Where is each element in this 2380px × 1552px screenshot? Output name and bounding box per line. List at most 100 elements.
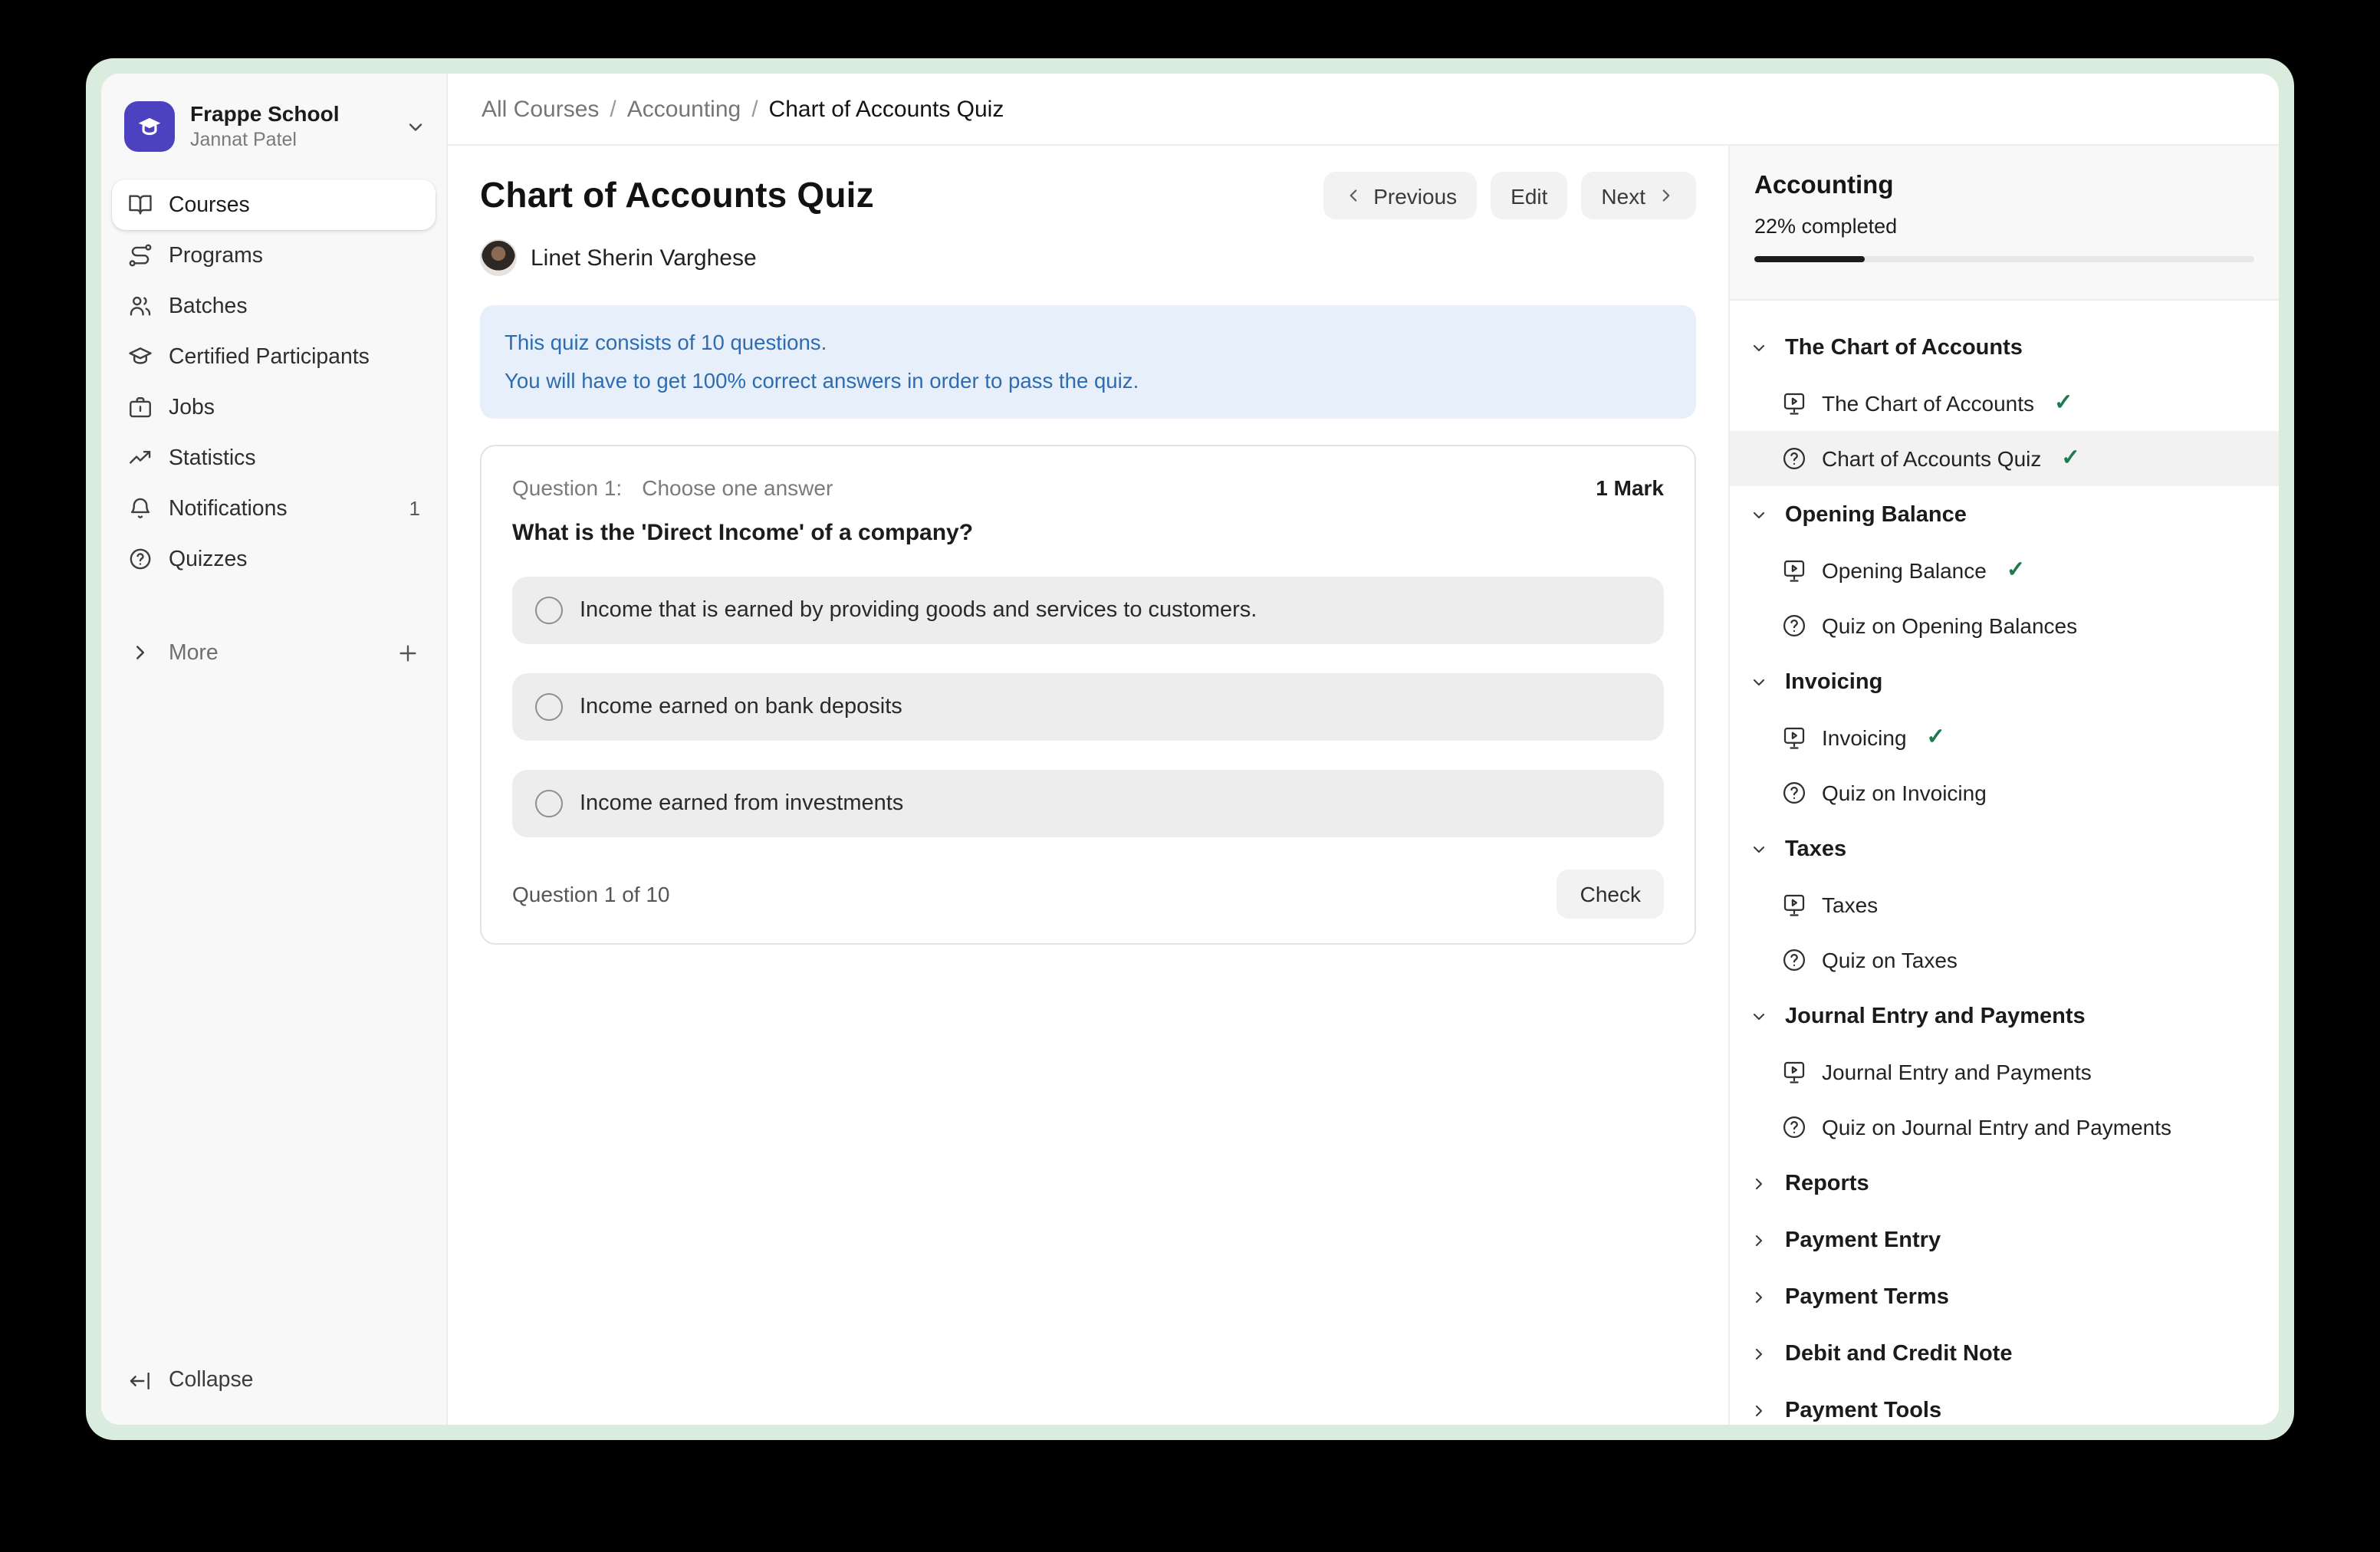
question-marks: 1 Mark xyxy=(1596,475,1664,500)
chevron-right-icon xyxy=(1656,186,1676,206)
progress-label: 22% completed xyxy=(1754,215,2254,238)
workspace-user: Jannat Patel xyxy=(190,127,390,152)
sidebar-nav: Courses Programs Batches Certified Parti… xyxy=(112,179,436,678)
notice-line-1: This quiz consists of 10 questions. xyxy=(505,324,1672,362)
bell-icon xyxy=(127,495,153,521)
chevron-down-icon xyxy=(1750,505,1768,524)
breadcrumb-accounting[interactable]: Accounting xyxy=(627,96,741,122)
lesson-icon xyxy=(1780,390,1808,417)
workspace-title: Frappe School xyxy=(190,101,390,127)
chevron-right-icon xyxy=(1750,1401,1768,1419)
outline-item-quiz[interactable]: Quiz on Journal Entry and Payments xyxy=(1730,1100,2279,1155)
outline-section-payment-entry[interactable]: Payment Entry xyxy=(1730,1212,2279,1268)
outline-item-lesson[interactable]: The Chart of Accounts xyxy=(1730,376,2279,431)
chevron-down-icon xyxy=(1750,338,1768,357)
outline-section-journal-entry[interactable]: Journal Entry and Payments xyxy=(1730,988,2279,1044)
users-icon xyxy=(127,293,153,319)
outline-item-lesson[interactable]: Invoicing xyxy=(1730,710,2279,765)
outline-item-quiz[interactable]: Quiz on Taxes xyxy=(1730,932,2279,988)
question-number: Question 1: xyxy=(512,475,622,500)
plus-icon[interactable] xyxy=(394,640,420,666)
chevron-down-icon xyxy=(1750,672,1768,691)
outline-section-opening-balance[interactable]: Opening Balance xyxy=(1730,486,2279,543)
quiz-icon xyxy=(1780,946,1808,974)
check-button[interactable]: Check xyxy=(1557,870,1664,919)
quiz-page: Chart of Accounts Quiz Previous Edit Nex… xyxy=(448,146,1728,1425)
author-row: Linet Sherin Varghese xyxy=(480,239,1696,276)
author-avatar xyxy=(480,239,517,276)
outline-section-chart-of-accounts[interactable]: The Chart of Accounts xyxy=(1730,319,2279,376)
outline-item-lesson[interactable]: Journal Entry and Payments xyxy=(1730,1044,2279,1100)
sidebar-item-certified-participants[interactable]: Certified Participants xyxy=(112,331,436,382)
breadcrumb: All Courses / Accounting / Chart of Acco… xyxy=(482,96,1004,122)
sidebar-item-quizzes[interactable]: Quizzes xyxy=(112,534,436,584)
check-icon xyxy=(2061,446,2079,471)
collapse-sidebar-button[interactable]: Collapse xyxy=(112,1354,436,1406)
edit-button[interactable]: Edit xyxy=(1491,172,1567,219)
answer-option-2[interactable]: Income earned on bank deposits xyxy=(512,673,1664,741)
outline-item-quiz-active[interactable]: Chart of Accounts Quiz xyxy=(1730,431,2279,486)
sidebar-item-more[interactable]: More xyxy=(112,627,436,678)
outline-section-taxes[interactable]: Taxes xyxy=(1730,820,2279,877)
sidebar-item-courses[interactable]: Courses xyxy=(112,179,436,230)
progress-bar-fill xyxy=(1754,256,1864,262)
quiz-instructions-banner: This quiz consists of 10 questions. You … xyxy=(480,305,1696,419)
chevron-down-icon xyxy=(1750,840,1768,858)
previous-button[interactable]: Previous xyxy=(1323,172,1477,219)
outline-section-debit-credit-note[interactable]: Debit and Credit Note xyxy=(1730,1325,2279,1382)
question-text: What is the 'Direct Income' of a company… xyxy=(512,520,1664,546)
chevron-down-icon xyxy=(1750,1007,1768,1025)
progress-bar xyxy=(1754,256,2254,262)
lesson-icon xyxy=(1780,891,1808,919)
answer-option-1[interactable]: Income that is earned by providing goods… xyxy=(512,577,1664,644)
chevron-left-icon xyxy=(1343,186,1363,206)
breadcrumb-all-courses[interactable]: All Courses xyxy=(482,96,599,122)
course-title: Accounting xyxy=(1754,172,2254,201)
left-sidebar: Frappe School Jannat Patel Courses Progr… xyxy=(101,74,448,1425)
outline-item-quiz[interactable]: Quiz on Invoicing xyxy=(1730,765,2279,820)
answer-option-3[interactable]: Income earned from investments xyxy=(512,770,1664,837)
outline-item-lesson[interactable]: Opening Balance xyxy=(1730,543,2279,598)
quiz-icon xyxy=(1780,1113,1808,1141)
outline-section-invoicing[interactable]: Invoicing xyxy=(1730,653,2279,710)
chevron-right-icon xyxy=(1750,1287,1768,1306)
question-pagination: Question 1 of 10 xyxy=(512,882,670,906)
lesson-icon xyxy=(1780,724,1808,751)
check-icon xyxy=(2007,558,2025,583)
workspace-switcher[interactable]: Frappe School Jannat Patel xyxy=(112,95,436,152)
outline-item-quiz[interactable]: Quiz on Opening Balances xyxy=(1730,598,2279,653)
notification-count: 1 xyxy=(409,497,420,520)
outline-item-lesson[interactable]: Taxes xyxy=(1730,877,2279,932)
radio-button[interactable] xyxy=(535,693,563,721)
trending-up-icon xyxy=(127,445,153,471)
lesson-icon xyxy=(1780,1058,1808,1086)
help-circle-icon xyxy=(127,546,153,572)
quiz-icon xyxy=(1780,612,1808,640)
chevron-down-icon xyxy=(405,116,426,137)
page-title: Chart of Accounts Quiz xyxy=(480,175,874,216)
sidebar-item-jobs[interactable]: Jobs xyxy=(112,382,436,432)
graduation-cap-icon xyxy=(127,344,153,370)
sidebar-item-programs[interactable]: Programs xyxy=(112,230,436,281)
chevron-right-icon xyxy=(127,640,153,666)
check-icon xyxy=(2054,391,2073,416)
radio-button[interactable] xyxy=(535,790,563,817)
outline-section-reports[interactable]: Reports xyxy=(1730,1155,2279,1212)
chevron-right-icon xyxy=(1750,1344,1768,1363)
sidebar-item-statistics[interactable]: Statistics xyxy=(112,432,436,483)
radio-button[interactable] xyxy=(535,597,563,624)
briefcase-icon xyxy=(127,394,153,420)
next-button[interactable]: Next xyxy=(1581,172,1696,219)
question-instruction: Choose one answer xyxy=(642,475,1596,500)
quiz-icon xyxy=(1780,779,1808,807)
notice-line-2: You will have to get 100% correct answer… xyxy=(505,362,1672,400)
outline-section-payment-tools[interactable]: Payment Tools xyxy=(1730,1382,2279,1425)
breadcrumb-separator: / xyxy=(751,96,758,122)
breadcrumb-current: Chart of Accounts Quiz xyxy=(769,96,1004,122)
sidebar-item-batches[interactable]: Batches xyxy=(112,281,436,331)
outline-section-payment-terms[interactable]: Payment Terms xyxy=(1730,1268,2279,1325)
course-progress-header: Accounting 22% completed xyxy=(1730,146,2279,301)
sidebar-item-notifications[interactable]: Notifications 1 xyxy=(112,483,436,534)
collapse-arrow-icon xyxy=(127,1367,153,1393)
chevron-right-icon xyxy=(1750,1174,1768,1192)
